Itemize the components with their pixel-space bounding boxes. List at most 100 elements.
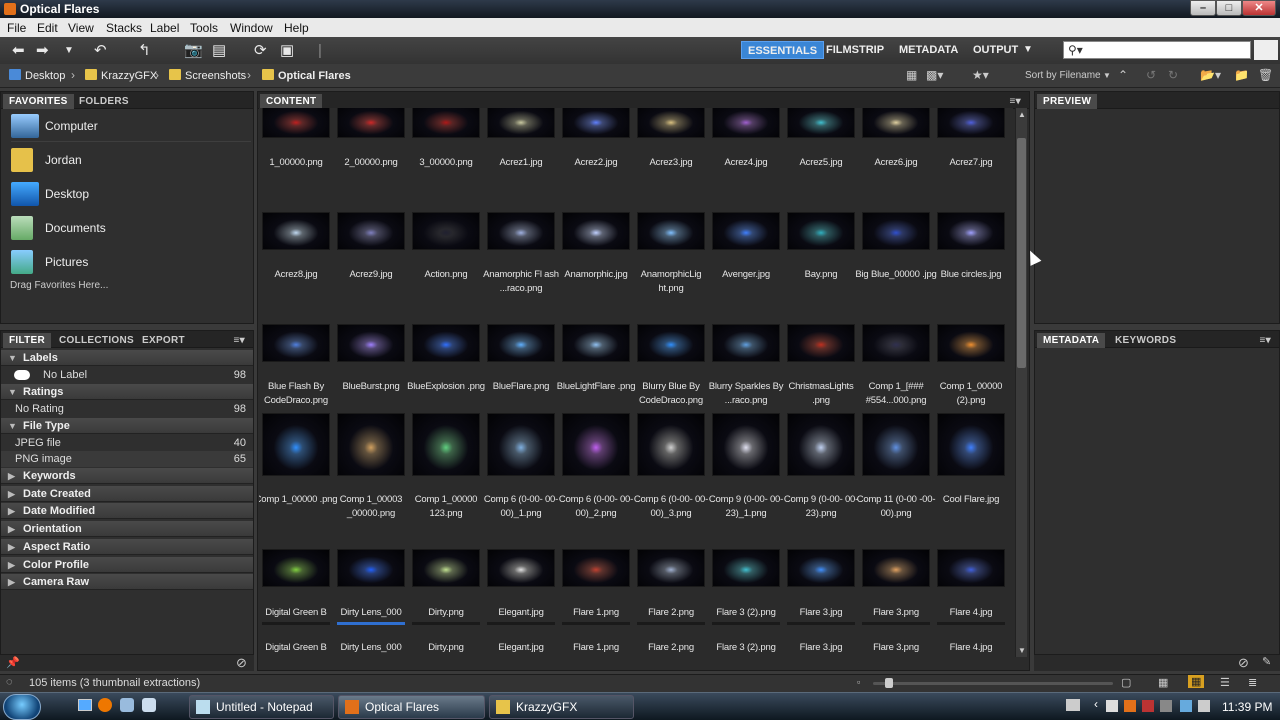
- sort-dropdown-arrow-icon[interactable]: ▼: [1103, 71, 1111, 80]
- scroll-up-icon[interactable]: ▲: [1018, 110, 1026, 119]
- minimize-button[interactable]: –: [1190, 0, 1216, 16]
- menu-stacks[interactable]: Stacks: [106, 21, 142, 35]
- thumbnail-6[interactable]: [637, 108, 705, 138]
- boomerang-icon[interactable]: ↰: [138, 42, 151, 59]
- tray-icon-4[interactable]: [1160, 700, 1172, 712]
- thumbnail-20[interactable]: [937, 212, 1005, 250]
- menu-edit[interactable]: Edit: [37, 21, 58, 35]
- workspace-filmstrip[interactable]: FILMSTRIP: [820, 41, 890, 59]
- thumbnail-24[interactable]: [487, 324, 555, 362]
- thumbnail-36[interactable]: [637, 413, 705, 476]
- thumbnail-41[interactable]: [262, 549, 330, 587]
- favorite-pictures[interactable]: Pictures: [11, 248, 251, 278]
- filter-row-jpeg[interactable]: JPEG file 40: [1, 435, 253, 451]
- filter-row-no-label[interactable]: No Label 98: [1, 367, 253, 383]
- camera-icon[interactable]: 📷: [184, 42, 203, 59]
- thumbnail-size-slider[interactable]: [873, 678, 1113, 688]
- thumbnail-1[interactable]: [262, 108, 330, 138]
- filter-section-ratings[interactable]: ▼ Ratings: [1, 384, 253, 400]
- tab-favorites[interactable]: FAVORITES: [3, 94, 74, 109]
- thumbnail-35[interactable]: [562, 413, 630, 476]
- workspace-output[interactable]: OUTPUT: [967, 41, 1024, 59]
- filter-row-png[interactable]: PNG image 65: [1, 451, 253, 467]
- task-bridge[interactable]: Optical Flares: [338, 695, 485, 719]
- forward-icon[interactable]: ➡: [36, 42, 49, 59]
- thumbnail-32[interactable]: [337, 413, 405, 476]
- favorite-computer[interactable]: Computer: [11, 112, 251, 142]
- refine-icon[interactable]: ▤: [212, 42, 226, 59]
- thumbnail-5[interactable]: [562, 108, 630, 138]
- thumbnail-19[interactable]: [862, 212, 930, 250]
- panel-menu-icon[interactable]: ≡▾: [1004, 94, 1027, 109]
- filter-section-file-type[interactable]: ▼ File Type: [1, 418, 253, 434]
- thumbnail-34[interactable]: [487, 413, 555, 476]
- volume-icon[interactable]: [1198, 700, 1210, 712]
- thumbnail-9[interactable]: [862, 108, 930, 138]
- scroll-down-icon[interactable]: ▼: [1018, 646, 1026, 655]
- tab-preview[interactable]: PREVIEW: [1037, 94, 1098, 109]
- thumbnail-38[interactable]: [787, 413, 855, 476]
- thumbnail-50[interactable]: [937, 549, 1005, 587]
- start-button[interactable]: [3, 694, 41, 720]
- thumbnail-26[interactable]: [637, 324, 705, 362]
- grid-view-icon[interactable]: ▦: [906, 68, 917, 82]
- workspace-metadata[interactable]: METADATA: [893, 41, 964, 59]
- thumbnail-39[interactable]: [862, 413, 930, 476]
- favorite-desktop[interactable]: Desktop: [11, 180, 251, 210]
- vertical-scrollbar[interactable]: ▲ ▼: [1015, 108, 1027, 657]
- thumbnail-15[interactable]: [562, 212, 630, 250]
- thumbnail-10[interactable]: [937, 108, 1005, 138]
- clear-filter-icon[interactable]: ⊘: [236, 655, 247, 671]
- edit-icon[interactable]: ✎: [1262, 655, 1271, 668]
- tray-icon-3[interactable]: [1142, 700, 1154, 712]
- thumbnail-31[interactable]: [262, 413, 330, 476]
- list-view-icon[interactable]: ≣: [1248, 676, 1257, 689]
- tab-keywords[interactable]: KEYWORDS: [1109, 333, 1182, 348]
- tab-content[interactable]: CONTENT: [260, 94, 323, 109]
- thumbnail-22[interactable]: [337, 324, 405, 362]
- breadcrumb-desktop[interactable]: Desktop: [9, 69, 65, 82]
- thumbnail-8[interactable]: [787, 108, 855, 138]
- filter-section-keywords[interactable]: ▶ Keywords: [1, 468, 253, 484]
- rotate-icon[interactable]: ⟳: [254, 42, 267, 59]
- show-desktop-icon[interactable]: [78, 699, 92, 711]
- tray-chevron-icon[interactable]: ‹: [1094, 697, 1098, 711]
- open-recent-icon[interactable]: 📂▾: [1200, 68, 1221, 82]
- menu-help[interactable]: Help: [284, 21, 309, 35]
- new-folder-icon[interactable]: 📁: [1234, 68, 1249, 82]
- filter-section-date-modified[interactable]: ▶ Date Modified: [1, 503, 253, 519]
- zoom-out-icon[interactable]: ▫: [857, 677, 860, 687]
- grid-lock-icon[interactable]: ▦: [1158, 676, 1168, 689]
- thumbnail-29[interactable]: [862, 324, 930, 362]
- clear-icon[interactable]: ⊘: [1238, 655, 1249, 671]
- quicklaunch-icon[interactable]: [120, 698, 134, 712]
- tab-folders[interactable]: FOLDERS: [73, 94, 135, 109]
- firefox-icon[interactable]: [98, 698, 112, 712]
- menu-view[interactable]: View: [68, 21, 94, 35]
- filter-section-orientation[interactable]: ▶ Orientation: [1, 521, 253, 537]
- thumbnail-12[interactable]: [337, 212, 405, 250]
- menu-label[interactable]: Label: [150, 21, 179, 35]
- task-explorer[interactable]: KrazzyGFX: [489, 695, 634, 719]
- close-button[interactable]: ✕: [1242, 0, 1276, 16]
- thumbnail-42[interactable]: [337, 549, 405, 587]
- sort-dropdown[interactable]: Sort by Filename: [1025, 70, 1101, 81]
- favorite-documents[interactable]: Documents: [11, 214, 251, 244]
- menu-window[interactable]: Window: [230, 21, 273, 35]
- filter-row-no-rating[interactable]: No Rating 98: [1, 401, 253, 417]
- workspace-essentials[interactable]: ESSENTIALS: [741, 41, 825, 59]
- thumbnail-28[interactable]: [787, 324, 855, 362]
- thumbnail-14[interactable]: [487, 212, 555, 250]
- breadcrumb-screenshots[interactable]: Screenshots: [169, 69, 246, 82]
- thumbnail-25[interactable]: [562, 324, 630, 362]
- thumbnail-2[interactable]: [337, 108, 405, 138]
- thumbnail-16[interactable]: [637, 212, 705, 250]
- menu-tools[interactable]: Tools: [190, 21, 218, 35]
- thumbnail-33[interactable]: [412, 413, 480, 476]
- clock[interactable]: 11:39 PM: [1222, 700, 1272, 714]
- thumbnail-18[interactable]: [787, 212, 855, 250]
- filter-section-date-created[interactable]: ▶ Date Created: [1, 486, 253, 502]
- filter-section-color-profile[interactable]: ▶ Color Profile: [1, 557, 253, 573]
- panel-menu-icon[interactable]: ≡▾: [228, 333, 251, 348]
- output-icon[interactable]: ▣: [280, 42, 294, 59]
